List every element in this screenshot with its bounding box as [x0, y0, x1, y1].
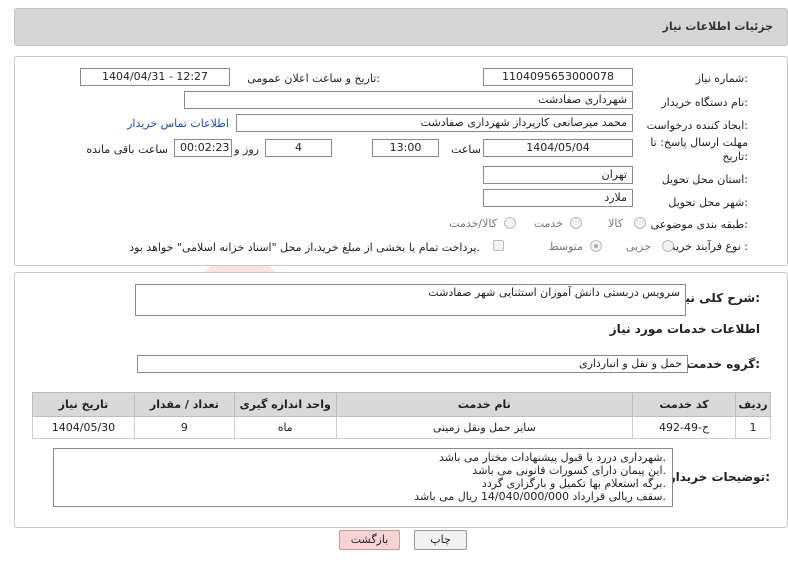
purchase-type-radio-medium[interactable]: [590, 240, 602, 252]
col-header-row: ردیف: [734, 392, 772, 417]
purchase-type-label: نوع فرآیند خرید :: [670, 240, 748, 253]
cell-row-number: 1: [734, 416, 772, 439]
days-label: روز و: [234, 143, 259, 156]
services-table: تاریخ نیاز تعداد / مقدار واحد اندازه گیر…: [32, 392, 772, 439]
service-group-field[interactable]: حمل و نقل و انبارداری: [137, 355, 688, 373]
cell-service-name: سایر حمل ونقل زمینی: [335, 416, 634, 439]
category-radio-goods[interactable]: [634, 217, 646, 229]
category-radio-goods-service[interactable]: [504, 217, 516, 229]
buyer-org-label: نام دستگاه خریدار:: [661, 96, 748, 109]
need-number-label: شماره نیاز:: [695, 72, 748, 85]
back-button[interactable]: بازگشت: [339, 530, 400, 550]
general-description-field[interactable]: سرویس دربستی دانش آموزان استثنایی شهر صف…: [135, 284, 686, 316]
city-field[interactable]: ملارد: [483, 189, 633, 207]
remaining-time-field[interactable]: 00:02:23: [174, 139, 232, 157]
buyer-note-line: برگه استعلام بها تکمیل و بارگزاری گردد.: [481, 477, 666, 490]
table-row[interactable]: 1404/05/30 9 ماه سایر حمل ونقل زمینی ح-4…: [32, 416, 772, 439]
treasury-payment-checkbox[interactable]: [493, 240, 504, 251]
deadline-time-label: ساعت: [451, 143, 481, 156]
requester-field[interactable]: محمد میرصانعی کارپرداز شهرداری صفادشت: [236, 114, 633, 132]
col-header-service-name: نام خدمت: [335, 392, 634, 417]
service-group-label: گروه خدمت:: [686, 357, 760, 371]
buyer-contact-link[interactable]: اطلاعات تماس خریدار: [127, 117, 229, 130]
purchase-type-option-medium: متوسط: [548, 240, 583, 253]
announce-date-field[interactable]: 1404/04/31 - 12:27: [80, 68, 230, 86]
deadline-time-field[interactable]: 13:00: [372, 139, 439, 157]
buyer-org-field[interactable]: شهرداری صفادشت: [184, 91, 633, 109]
buyer-note-line: شهرداری دررد یا قبول پیشنهادات مختار می …: [439, 451, 666, 464]
remaining-time-label: ساعت باقی مانده: [86, 143, 168, 156]
province-label: استان محل تحویل:: [661, 173, 748, 186]
announce-date-label: تاریخ و ساعت اعلان عمومی:: [247, 72, 380, 85]
deadline-date-field[interactable]: 1404/05/04: [483, 139, 633, 157]
requester-label: ایجاد کننده درخواست:: [646, 119, 748, 132]
category-option-goods: کالا: [608, 217, 623, 230]
category-radio-service[interactable]: [570, 217, 582, 229]
cell-date: 1404/05/30: [32, 416, 135, 439]
col-header-unit: واحد اندازه گیری: [233, 392, 337, 417]
cell-service-code: ح-49-492: [632, 416, 736, 439]
buyer-notes-field[interactable]: شهرداری دررد یا قبول پیشنهادات مختار می …: [53, 448, 673, 507]
buyer-note-line: سقف ریالی قرارداد 14/040/000/000 ریال می…: [414, 490, 666, 503]
cell-quantity: 9: [133, 416, 235, 439]
category-option-service: خدمت: [533, 217, 563, 230]
category-label: طبقه بندی موضوعی:: [650, 218, 748, 231]
page-header: جزئیات اطلاعات نیاز: [14, 8, 788, 46]
col-header-date: تاریخ نیاز: [32, 392, 135, 417]
buyer-notes-label: توضیحات خریدار:: [668, 470, 770, 484]
col-header-quantity: تعداد / مقدار: [133, 392, 235, 417]
deadline-label: مهلت ارسال پاسخ: تا تاریخ:: [650, 136, 748, 163]
need-number-field[interactable]: 1104095653000078: [483, 68, 633, 86]
cell-unit: ماه: [233, 416, 337, 439]
city-label: شهر محل تحویل:: [668, 196, 748, 209]
col-header-service-code: کد خدمت: [632, 392, 736, 417]
page-title: جزئیات اطلاعات نیاز: [662, 20, 774, 33]
print-button[interactable]: چاپ: [414, 530, 467, 550]
services-section-title: اطلاعات خدمات مورد نیاز: [609, 322, 760, 336]
buyer-note-line: این پیمان دارای کسورات قانونی می باشد.: [472, 464, 666, 477]
purchase-type-option-minor: جزیی: [625, 240, 651, 253]
services-table-header: تاریخ نیاز تعداد / مقدار واحد اندازه گیر…: [32, 392, 772, 417]
days-field[interactable]: 4: [265, 139, 332, 157]
category-option-goods-service: کالا/خدمت: [449, 217, 497, 230]
purchase-type-radio-minor[interactable]: [662, 240, 674, 252]
treasury-payment-note: پرداخت تمام یا بخشی از مبلغ خرید،از محل …: [129, 241, 480, 254]
province-field[interactable]: تهران: [483, 166, 633, 184]
general-description-label: شرح کلی نیاز:: [674, 291, 760, 305]
